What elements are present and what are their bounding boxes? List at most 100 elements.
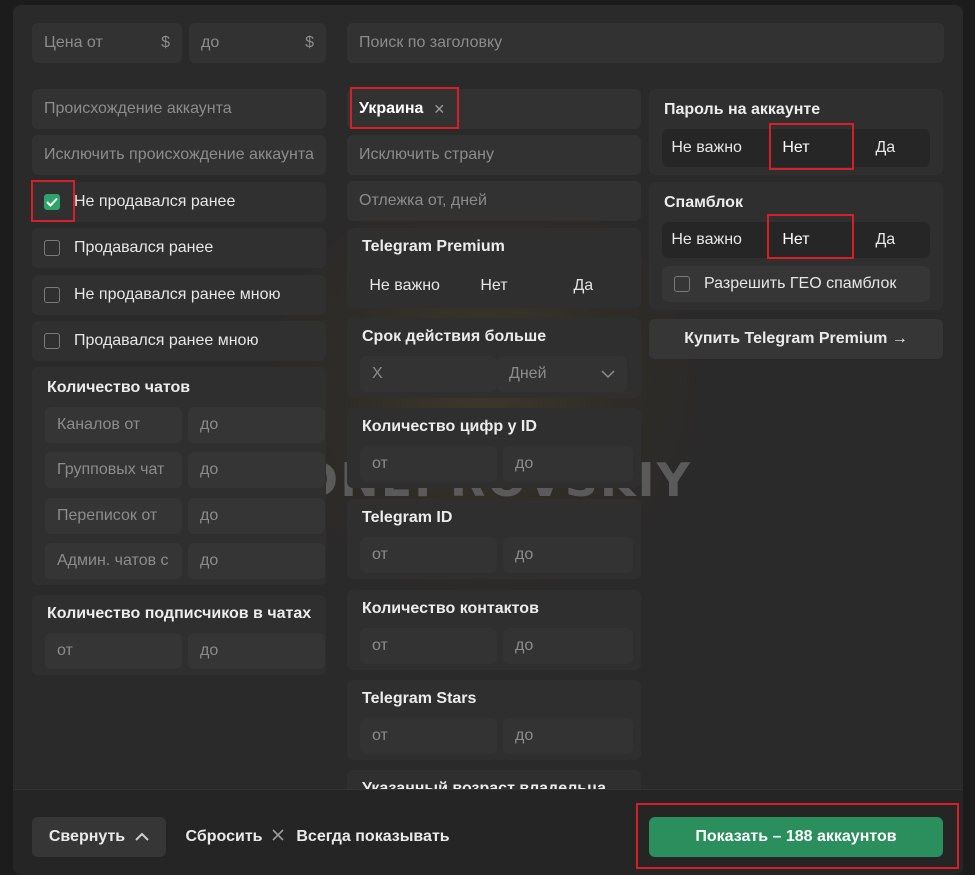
placeholder: до [515,727,534,744]
placeholder: до [200,642,219,659]
hold-days-placeholder: Отлежка от, дней [359,192,487,209]
duration-title: Срок действия больше [362,328,547,345]
exclude-origin-input[interactable]: Исключить происхождение аккаунта [32,135,326,175]
remove-country-icon[interactable]: ✕ [433,101,445,118]
check-icon[interactable] [44,194,60,210]
checkbox-not-sold-before[interactable]: Не продавался ранее [32,182,326,222]
close-icon [272,828,285,846]
premium-option-any[interactable]: Не важно [360,268,449,304]
spamblock-segmented: Не важно Нет Да [662,222,930,258]
placeholder: от [372,637,388,654]
always-show-button[interactable]: Всегда показывать [295,817,451,857]
channels-to-input[interactable]: до [188,407,325,443]
placeholder: Переписок от [57,507,158,524]
contacts-to-input[interactable]: до [503,628,633,664]
origin-placeholder: Происхождение аккаунта [44,100,232,117]
placeholder: от [372,546,388,563]
telegram-id-to-input[interactable]: до [503,537,633,573]
premium-segmented: Не важно Нет Да [360,268,628,304]
conversations-to-input[interactable]: до [188,498,325,534]
selected-country-tag: Украина [359,100,424,117]
placeholder: до [200,507,219,524]
reset-label: Сбросить [185,828,263,845]
title-search-input[interactable]: Поиск по заголовку [347,23,944,63]
buy-premium-button[interactable]: Купить Telegram Premium → [649,319,943,359]
checkbox-allow-geo-spamblock[interactable]: Разрешить ГЕО спамблок [662,266,930,302]
checkbox-icon[interactable] [44,287,60,303]
premium-title: Telegram Premium [362,238,505,255]
password-option-any[interactable]: Не важно [662,129,751,167]
premium-option-yes[interactable]: Да [539,268,628,304]
spamblock-group: Спамблок Не важно Нет Да Разрешить ГЕО с… [649,182,943,310]
price-to-placeholder: до [201,34,220,51]
subscribers-group: Количество подписчиков в чатах от до [32,595,326,675]
checkbox-icon[interactable] [674,276,690,292]
channels-from-input[interactable]: Каналов от [45,407,182,443]
checkbox-sold-before[interactable]: Продавался ранее [32,228,326,268]
hold-days-input[interactable]: Отлежка от, дней [347,181,641,221]
contacts-title: Количество контактов [362,600,539,617]
price-from-input[interactable]: Цена от $ [32,23,182,63]
origin-input[interactable]: Происхождение аккаунта [32,89,326,129]
contacts-from-input[interactable]: от [360,628,497,664]
id-digits-title: Количество цифр у ID [362,418,537,435]
price-to-input[interactable]: до $ [189,23,326,63]
duration-group: Срок действия больше X Дней [347,318,641,398]
contacts-group: Количество контактов от до [347,590,641,670]
placeholder: Админ. чатов с [57,552,169,569]
chevron-up-icon [135,828,149,846]
admin-chats-from-input[interactable]: Админ. чатов с [45,543,182,579]
spamblock-option-any[interactable]: Не важно [662,222,751,258]
admin-chats-to-input[interactable]: до [188,543,325,579]
title-search-placeholder: Поиск по заголовку [359,34,503,51]
exclude-origin-placeholder: Исключить происхождение аккаунта [44,146,314,163]
checkbox-label: Продавался ранее мною [74,332,259,349]
placeholder: от [372,455,388,472]
price-to-currency: $ [305,34,314,51]
conversations-from-input[interactable]: Переписок от [45,498,182,534]
checkbox-sold-by-me[interactable]: Продавался ранее мною [32,321,326,361]
country-select[interactable]: Украина ✕ [347,89,641,129]
collapse-button[interactable]: Свернуть [32,817,166,857]
password-title: Пароль на аккаунте [664,101,821,118]
checkbox-not-sold-by-me[interactable]: Не продавался ранее мною [32,275,326,315]
stars-group: Telegram Stars от до [347,680,641,760]
stars-from-input[interactable]: от [360,718,497,754]
subscribers-to-input[interactable]: до [188,633,325,669]
telegram-id-from-input[interactable]: от [360,537,497,573]
duration-unit-select[interactable]: Дней [497,356,627,392]
group-chats-from-input[interactable]: Групповых чат [45,452,182,488]
password-option-yes[interactable]: Да [841,129,930,167]
footer-bar: Свернуть Сбросить Всегда показывать Пока… [13,789,963,875]
placeholder: X [372,365,383,382]
placeholder: до [515,546,534,563]
price-from-placeholder: Цена от [44,34,103,51]
checkbox-label: Не продавался ранее мною [74,286,281,303]
chevron-down-icon [601,365,615,383]
id-digits-to-input[interactable]: до [503,446,633,482]
checkbox-icon[interactable] [44,333,60,349]
telegram-id-title: Telegram ID [362,509,453,526]
show-results-button[interactable]: Показать – 188 аккаунтов [649,817,943,857]
stars-to-input[interactable]: до [503,718,633,754]
placeholder: до [200,552,219,569]
premium-option-no[interactable]: Нет [449,268,538,304]
checkbox-icon[interactable] [44,240,60,256]
reset-button[interactable]: Сбросить [181,817,289,857]
telegram-id-group: Telegram ID от до [347,499,641,579]
id-digits-from-input[interactable]: от [360,446,497,482]
filter-panel: DNEPROVSKIY DVIJ Цена от $ до $ Поиск по… [13,5,963,875]
subscribers-from-input[interactable]: от [45,633,182,669]
placeholder: до [515,637,534,654]
exclude-country-placeholder: Исключить страну [359,146,495,163]
group-chats-to-input[interactable]: до [188,452,325,488]
spamblock-title: Спамблок [664,194,743,211]
exclude-country-input[interactable]: Исключить страну [347,135,641,175]
spamblock-option-yes[interactable]: Да [841,222,930,258]
password-group: Пароль на аккаунте Не важно Нет Да [649,89,943,175]
password-option-no[interactable]: Нет [751,129,841,167]
spamblock-option-no[interactable]: Нет [751,222,841,258]
duration-value-input[interactable]: X [360,356,497,392]
price-from-currency: $ [161,34,170,51]
placeholder: Групповых чат [57,461,165,478]
